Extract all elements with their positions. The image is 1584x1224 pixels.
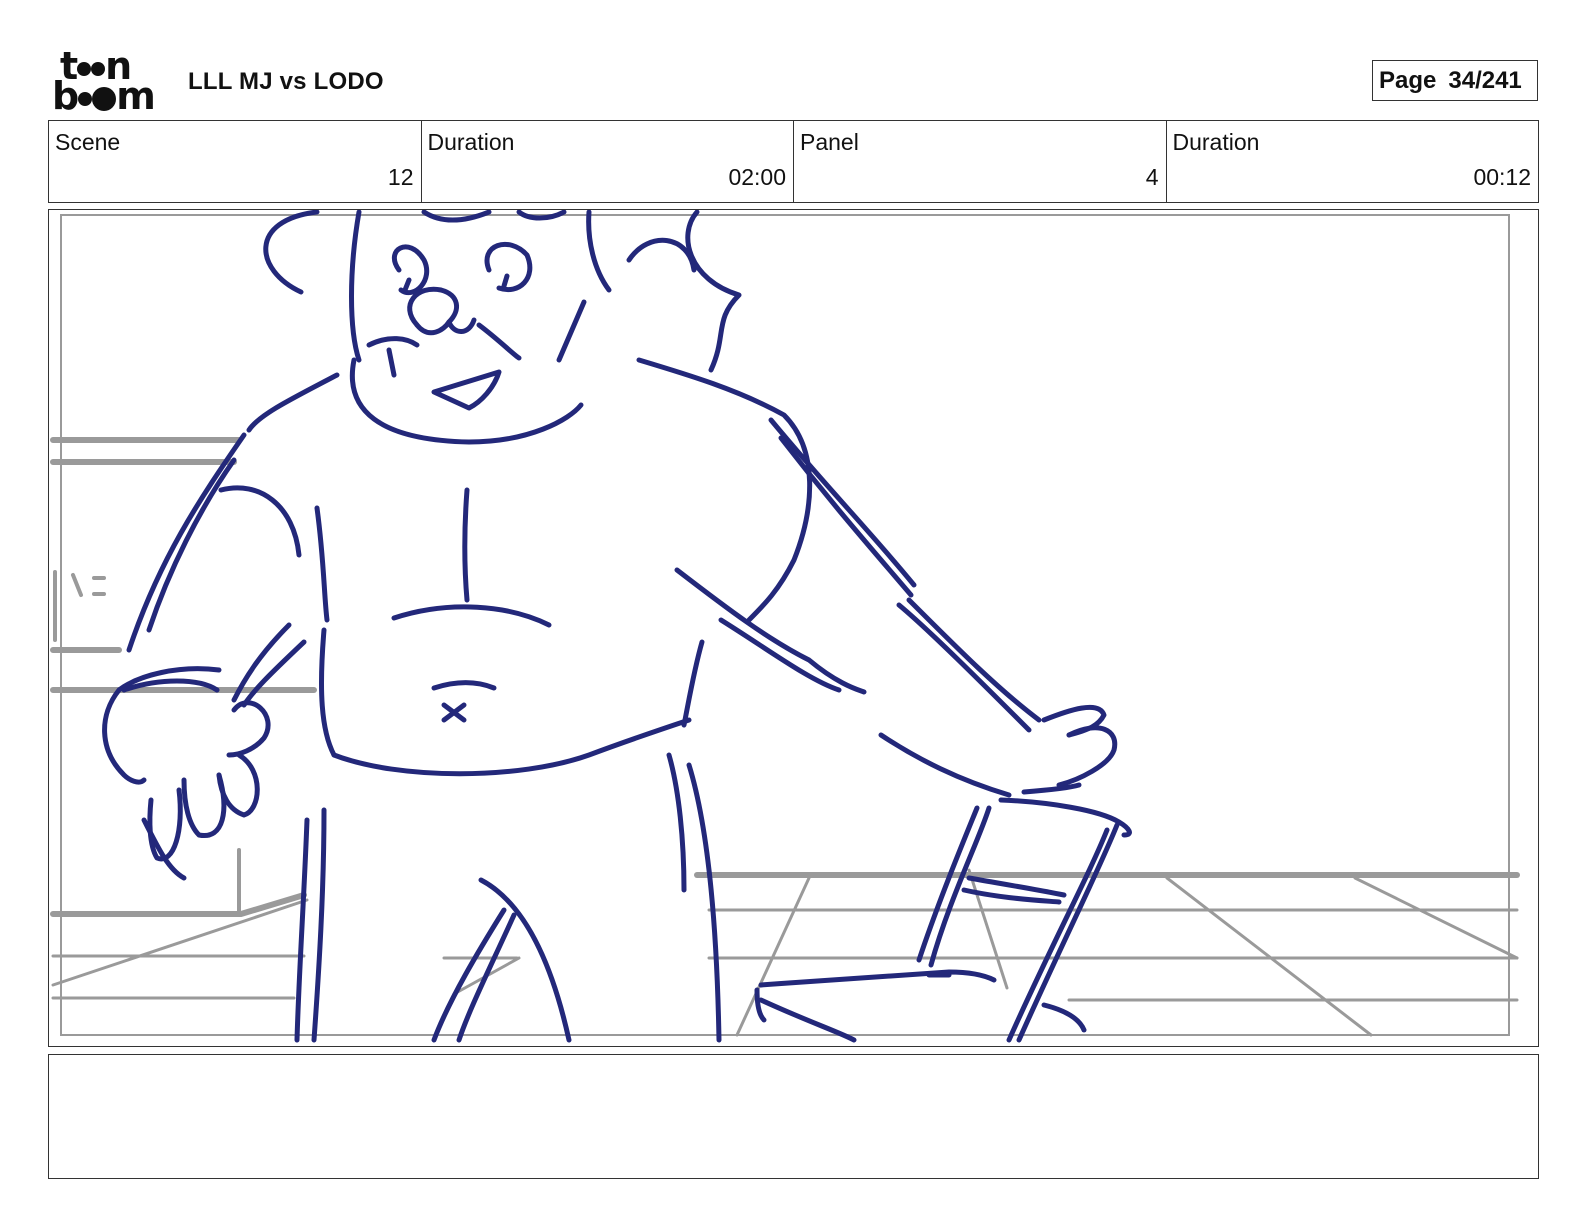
scene-label: Scene [55,129,121,155]
background-sketch [50,437,1520,1037]
safe-area-frame [60,214,1510,1036]
toon-boom-logo: tn bm [52,47,164,118]
scene-duration-cell: Duration 02:00 [422,121,794,202]
scene-duration-label: Duration [427,129,515,155]
page-value: 34/241 [1448,67,1522,94]
storyboard-panel-frame [48,209,1539,1047]
page-counter: Page 34/241 [1372,60,1538,101]
scene-info-table: Scene 12 Duration 02:00 Panel 4 Duration… [48,120,1539,203]
panel-notes-box [48,1054,1539,1179]
logo-line-bottom: bm [52,74,156,118]
storyboard-sketch [50,210,1520,1043]
panel-duration-value: 00:12 [1473,164,1531,190]
page-label: Page [1379,67,1437,94]
panel-duration-cell: Duration 00:12 [1167,121,1539,202]
scene-value: 12 [387,164,414,190]
scene-cell: Scene 12 [49,121,422,202]
panel-value: 4 [1145,164,1159,190]
scene-duration-value: 02:00 [728,164,786,190]
panel-label: Panel [800,129,859,155]
document-title: LLL MJ vs LODO [188,68,384,95]
panel-duration-label: Duration [1172,129,1260,155]
panel-cell: Panel 4 [794,121,1167,202]
